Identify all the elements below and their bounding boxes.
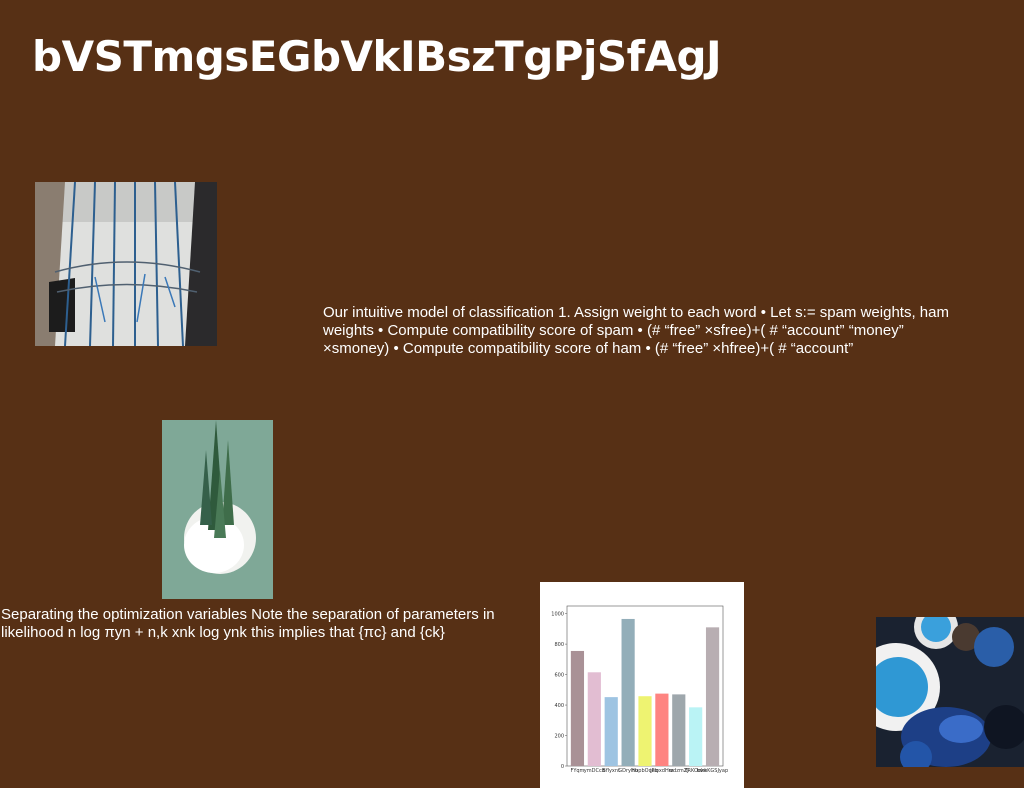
y-tick-label: 400	[554, 703, 564, 709]
classification-text: Our intuitive model of classification 1.…	[323, 304, 949, 357]
y-tick-label: 600	[554, 672, 564, 678]
trees-photo	[162, 420, 273, 599]
x-tick-label: FYqm	[570, 768, 584, 774]
bar	[638, 696, 652, 766]
bar	[587, 672, 601, 766]
bar	[655, 693, 669, 766]
building-photo	[35, 182, 217, 346]
y-tick-label: 200	[554, 733, 564, 739]
y-tick-label: 800	[554, 642, 564, 648]
optimization-text: Separating the optimization variables No…	[1, 606, 495, 641]
bar	[604, 697, 618, 766]
y-tick-label: 0	[561, 764, 564, 770]
page-title: bVSTmgsEGbVkIBszTgPjSfAgJ	[32, 32, 722, 81]
y-tick-label: 1000	[551, 611, 564, 617]
bar	[689, 707, 703, 766]
food-photo	[876, 617, 1024, 767]
bar	[621, 618, 635, 766]
x-tick-label: bwkKGSJyap	[697, 768, 728, 774]
bar-chart: 0 200 400 600 800 1000 FYqm ymDCcb Bflyxnt GDryHu…	[540, 582, 744, 788]
bar	[705, 627, 720, 766]
bar	[570, 650, 585, 766]
bar	[672, 694, 686, 766]
